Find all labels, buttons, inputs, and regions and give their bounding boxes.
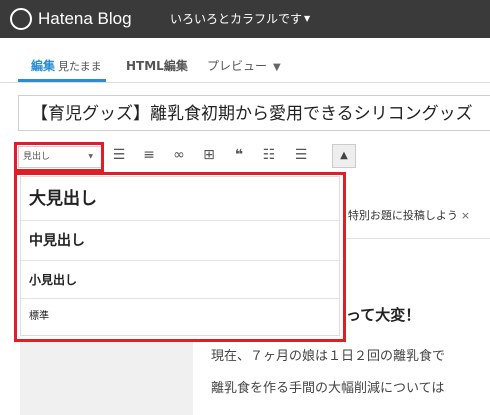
special-topic-notice[interactable]: ! 特別お題に投稿しよう ×: [340, 204, 490, 228]
title-input[interactable]: 【育児グッズ】離乳食初期から愛用できるシリコングッズ: [18, 95, 490, 131]
editor-mode-tabs: 編集 見たまま HTML編集 プレビュー ▼: [0, 38, 490, 83]
tab-preview-label: プレビュー: [207, 59, 268, 73]
quote-icon[interactable]: ❝: [228, 144, 250, 166]
editor-margin: [20, 336, 193, 415]
collapse-icon[interactable]: ▲: [332, 144, 356, 168]
dropdown-item-normal[interactable]: 標準: [21, 299, 339, 335]
active-tab-indicator: [18, 79, 106, 82]
link-icon[interactable]: ∞: [168, 144, 190, 166]
divider: [346, 238, 490, 239]
tab-preview[interactable]: プレビュー ▼: [207, 58, 281, 76]
tab-edit[interactable]: 編集 見たまま: [31, 58, 102, 75]
dropdown-item-h2[interactable]: 中見出し: [21, 221, 339, 261]
tab-html[interactable]: HTML編集: [126, 58, 188, 74]
more-icon[interactable]: ☰: [290, 144, 312, 166]
chevron-down-icon: ▼: [273, 62, 281, 73]
close-icon[interactable]: ×: [461, 209, 470, 222]
blog-name-label: いろいろとカラフルです: [170, 12, 303, 26]
title-value: 【育児グッズ】離乳食初期から愛用できるシリコングッズ: [31, 104, 473, 124]
ordered-list-icon[interactable]: ≡: [138, 144, 160, 166]
select-highlight-frame: [14, 142, 104, 172]
table-icon[interactable]: ⊞: [198, 144, 220, 166]
definition-list-icon[interactable]: ☷: [258, 144, 280, 166]
article-paragraph[interactable]: 現在、７ヶ月の娘は１日２回の離乳食で: [211, 348, 490, 366]
unordered-list-icon[interactable]: ☰: [108, 144, 130, 166]
blog-selector[interactable]: いろいろとカラフルです ▼: [170, 11, 310, 29]
hatena-logo-icon[interactable]: [10, 8, 32, 30]
notice-text: ! 特別お題に投稿しよう: [340, 209, 458, 222]
dropdown-item-h3[interactable]: 小見出し: [21, 261, 339, 299]
app-title[interactable]: Hatena Blog: [38, 8, 132, 30]
article-paragraph[interactable]: 離乳食を作る手間の大幅削減については: [211, 380, 490, 398]
dropdown-item-h1[interactable]: 大見出し: [21, 177, 339, 221]
article-heading[interactable]: って大変！: [346, 304, 420, 326]
top-bar: Hatena Blog いろいろとカラフルです ▼: [0, 0, 490, 38]
tab-edit-label: 編集: [31, 59, 56, 73]
triangle-down-icon: ▼: [304, 14, 311, 23]
heading-dropdown-menu: 大見出し 中見出し 小見出し 標準: [20, 176, 340, 336]
tab-edit-mode: 見たまま: [58, 60, 102, 73]
